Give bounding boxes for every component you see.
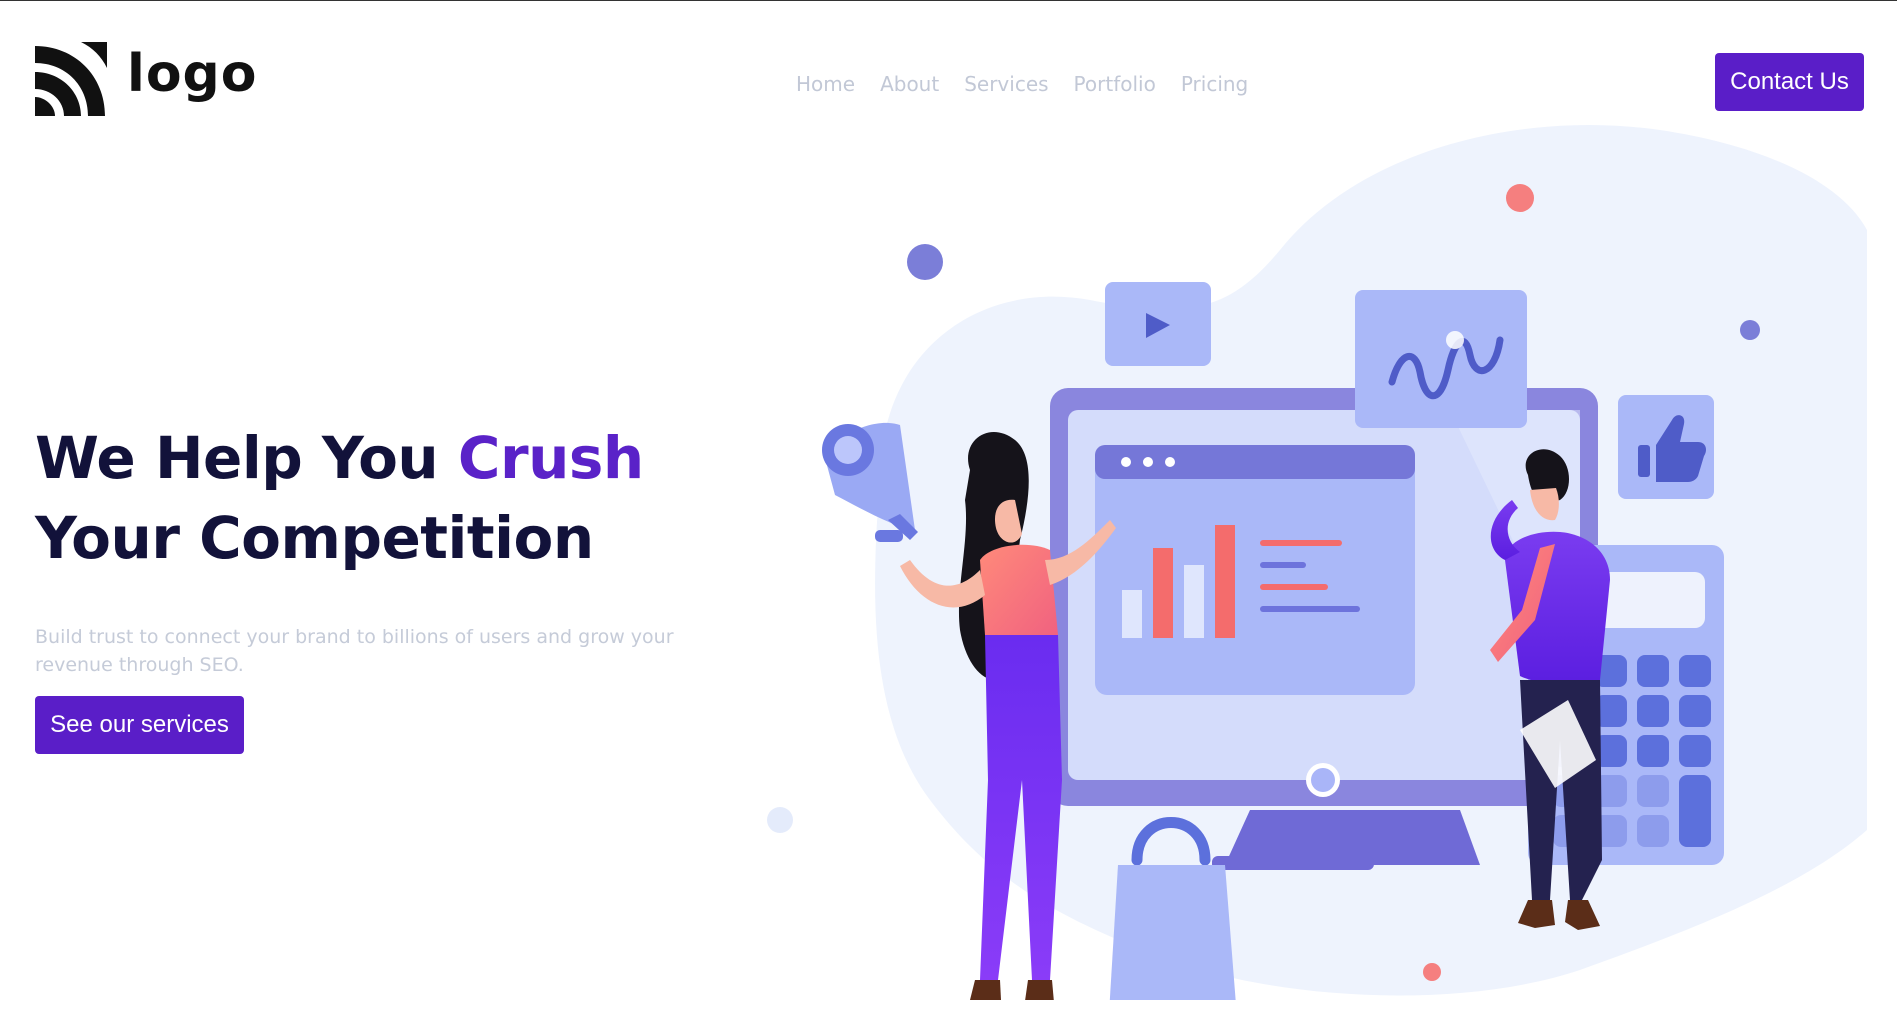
thumbs-up-icon (1618, 395, 1714, 499)
dot-light-left (767, 807, 793, 833)
site-header: logo Home About Services Portfolio Prici… (0, 0, 1897, 130)
hero-title: We Help You Crush Your Competition (35, 418, 795, 578)
logo-icon (35, 42, 107, 116)
dot-coral-bottom (1423, 963, 1441, 981)
see-services-button[interactable]: See our services (35, 696, 244, 754)
nav-about[interactable]: About (880, 72, 939, 96)
main-nav: Home About Services Portfolio Pricing (796, 72, 1248, 96)
play-icon (1105, 282, 1211, 366)
hero-title-part1: We Help You (35, 424, 458, 492)
hero-subtitle: Build trust to connect your brand to bil… (35, 626, 674, 676)
nav-pricing[interactable]: Pricing (1181, 72, 1248, 96)
nav-services[interactable]: Services (964, 72, 1048, 96)
nav-home[interactable]: Home (796, 72, 855, 96)
hero-illustration (767, 125, 1867, 1000)
nav-portfolio[interactable]: Portfolio (1074, 72, 1156, 96)
logo-text: logo (127, 44, 258, 104)
dot-purple-right (1740, 320, 1760, 340)
dot-coral-top (1506, 184, 1534, 212)
chart-wave-icon (1355, 290, 1527, 428)
hero-title-part2: Your Competition (35, 504, 594, 572)
dashboard-window (1095, 445, 1415, 695)
hero-title-accent: Crush (457, 424, 644, 492)
logo[interactable]: logo (35, 42, 258, 116)
dot-purple-left (907, 244, 943, 280)
contact-us-button[interactable]: Contact Us (1715, 53, 1864, 111)
